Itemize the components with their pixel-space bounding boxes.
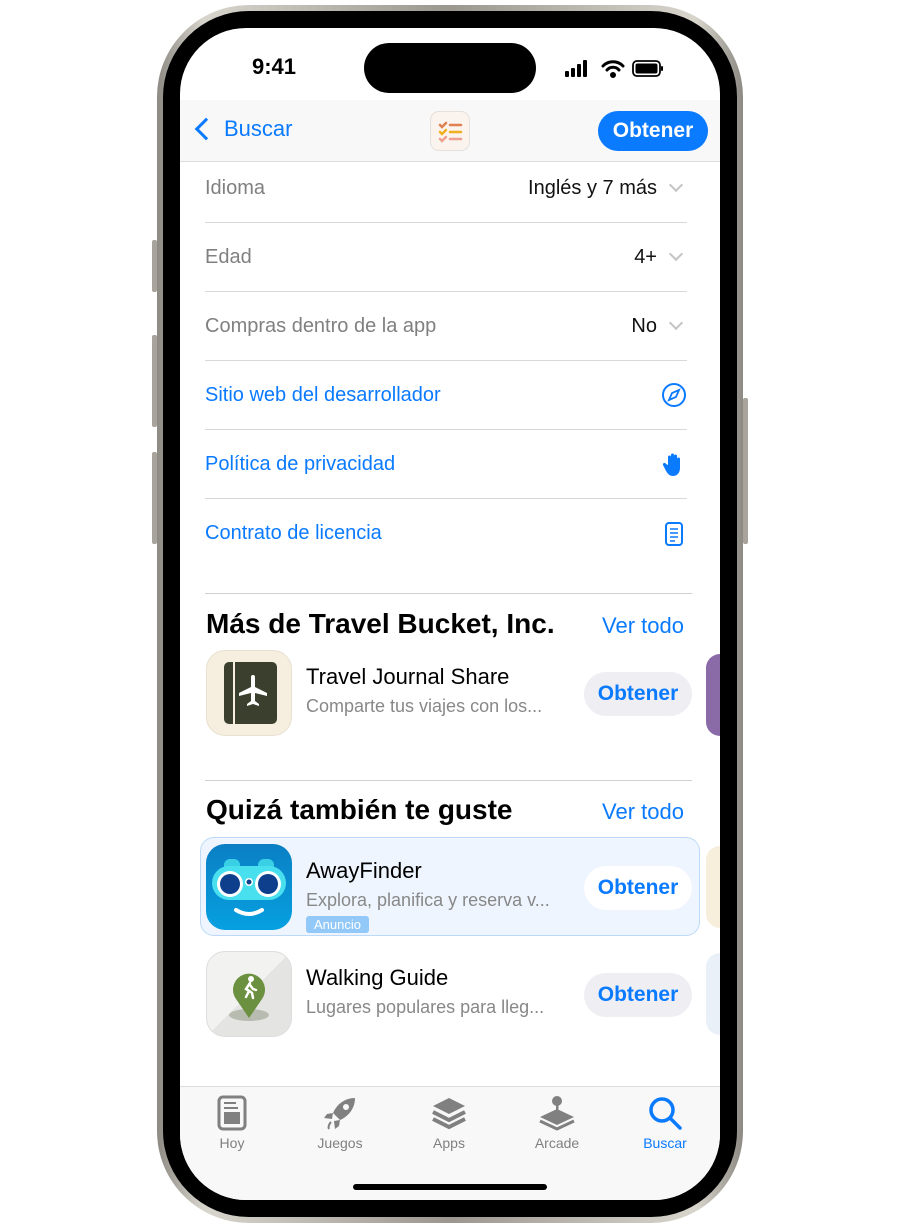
link-developer-website[interactable]: Sitio web del desarrollador <box>205 361 687 430</box>
document-icon <box>665 521 683 546</box>
app-item-travel-journal-share[interactable]: Travel Journal Share Comparte tus viajes… <box>206 650 696 738</box>
hand-icon <box>662 453 680 476</box>
next-app-peek[interactable] <box>706 654 720 736</box>
tab-apps[interactable]: Apps <box>404 1095 494 1151</box>
power-button <box>743 398 748 544</box>
screen: 9:41 Buscar Obtener Idioma Inglés y 7 más… <box>180 28 720 1200</box>
binoculars-icon <box>206 844 292 930</box>
info-row-language[interactable]: Idioma Inglés y 7 más <box>205 154 687 223</box>
today-icon <box>217 1095 247 1131</box>
dynamic-island <box>364 43 536 93</box>
chevron-down-icon <box>668 315 684 331</box>
get-button[interactable]: Obtener <box>584 866 692 910</box>
section-title-more-from: Más de Travel Bucket, Inc. <box>206 608 555 639</box>
divider <box>205 593 692 594</box>
get-button[interactable]: Obtener <box>584 672 692 716</box>
chevron-left-icon <box>194 117 218 141</box>
chevron-down-icon <box>668 177 684 193</box>
ad-badge: Anuncio <box>306 916 369 933</box>
compass-icon <box>662 383 686 407</box>
app-item-awayfinder[interactable]: AwayFinder Explora, planifica y reserva … <box>206 844 696 933</box>
next-app-peek[interactable] <box>706 846 720 928</box>
map-pin-walker-icon <box>206 951 292 1037</box>
link-license-agreement[interactable]: Contrato de licencia <box>205 499 687 568</box>
action-button <box>152 240 157 292</box>
travel-journal-icon <box>206 650 292 736</box>
volume-down-button <box>152 452 157 544</box>
stack-icon <box>432 1098 466 1130</box>
info-row-in-app-purchases[interactable]: Compras dentro de la app No <box>205 292 687 361</box>
tab-today[interactable]: Hoy <box>187 1095 277 1151</box>
rocket-icon <box>324 1098 355 1130</box>
app-item-walking-guide[interactable]: Walking Guide Lugares populares para lle… <box>206 951 696 1039</box>
tab-bar: Hoy Juegos Apps Arcade Buscar <box>180 1086 720 1200</box>
back-button[interactable]: Buscar <box>190 116 292 142</box>
info-row-age[interactable]: Edad 4+ <box>205 223 687 292</box>
see-all-more-from[interactable]: Ver todo <box>602 613 684 639</box>
get-button[interactable]: Obtener <box>584 973 692 1017</box>
checklist-icon <box>438 121 463 143</box>
tab-search[interactable]: Buscar <box>620 1095 710 1151</box>
see-all-you-may-like[interactable]: Ver todo <box>602 799 684 825</box>
status-time: 9:41 <box>252 54 297 79</box>
app-icon <box>430 111 470 151</box>
status-icons <box>565 60 663 78</box>
next-app-peek[interactable] <box>706 953 720 1035</box>
tab-arcade[interactable]: Arcade <box>512 1095 602 1151</box>
joystick-icon <box>539 1096 575 1131</box>
volume-up-button <box>152 335 157 427</box>
signal-icon <box>565 60 587 77</box>
section-title-you-may-like: Quizá también te guste <box>206 794 513 825</box>
chevron-down-icon <box>668 246 684 262</box>
search-icon <box>649 1097 682 1130</box>
divider <box>205 780 692 781</box>
battery-icon <box>632 60 663 77</box>
wifi-icon <box>601 60 625 78</box>
get-button[interactable]: Obtener <box>598 111 708 151</box>
link-privacy-policy[interactable]: Política de privacidad <box>205 430 687 499</box>
home-indicator[interactable] <box>353 1184 547 1190</box>
tab-games[interactable]: Juegos <box>295 1095 385 1151</box>
